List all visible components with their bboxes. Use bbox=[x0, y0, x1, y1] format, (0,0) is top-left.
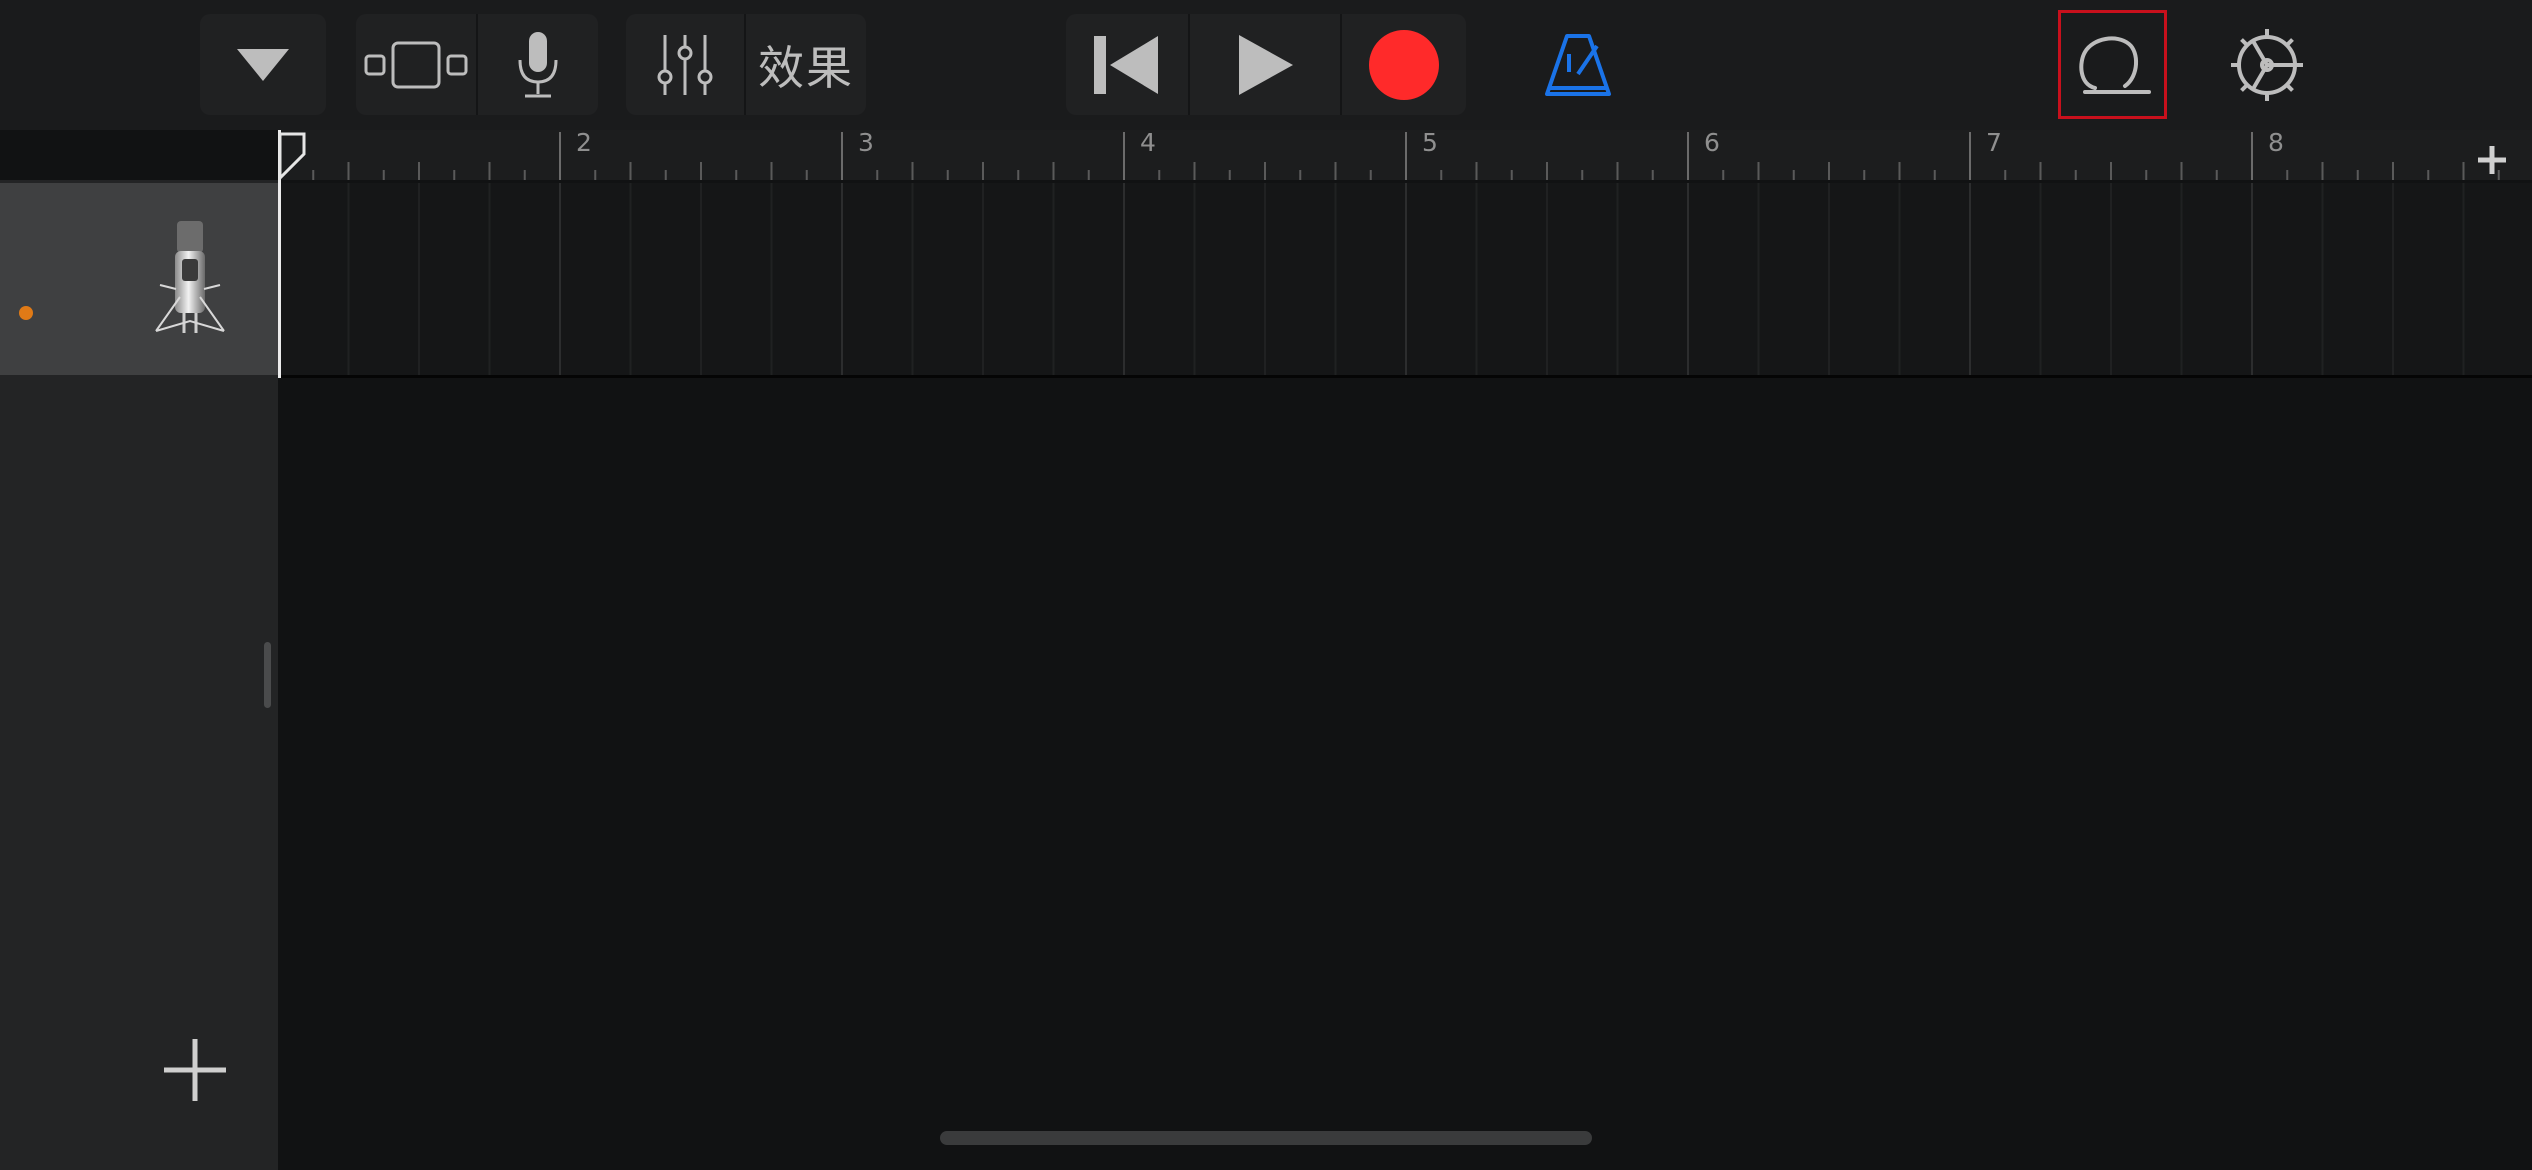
metronome-icon bbox=[1545, 33, 1611, 96]
transport-group bbox=[1066, 14, 1466, 115]
settings-button[interactable] bbox=[2228, 14, 2306, 115]
microphone-icon bbox=[155, 221, 225, 333]
plus-icon bbox=[2478, 146, 2506, 174]
add-track-button[interactable] bbox=[160, 1035, 230, 1105]
skip-back-icon bbox=[1094, 35, 1158, 94]
track-header[interactable] bbox=[0, 183, 278, 375]
lane-grid bbox=[277, 183, 2465, 375]
plus-icon bbox=[164, 1039, 226, 1101]
go-to-beginning-button[interactable] bbox=[1066, 14, 1188, 115]
microphone-icon bbox=[518, 31, 558, 97]
browser-button[interactable] bbox=[200, 14, 326, 115]
fx-label: 效果 bbox=[758, 40, 854, 95]
lane-divider bbox=[278, 375, 2532, 378]
header-resize-handle[interactable] bbox=[264, 642, 271, 708]
metronome-button[interactable] bbox=[1534, 14, 1622, 115]
home-indicator[interactable] bbox=[940, 1131, 1592, 1145]
mixer-fx-group: 效果 bbox=[626, 14, 866, 115]
play-icon bbox=[1239, 34, 1293, 95]
triangle-down-icon bbox=[237, 48, 289, 81]
play-button[interactable] bbox=[1188, 14, 1340, 115]
record-button[interactable] bbox=[1340, 14, 1466, 115]
gear-icon bbox=[2231, 28, 2303, 101]
input-settings-button[interactable] bbox=[476, 14, 598, 115]
playhead-handle-icon bbox=[278, 132, 306, 180]
ruler-ticks bbox=[278, 132, 2500, 180]
tracks-view-button[interactable] bbox=[356, 14, 476, 115]
loop-browser-button[interactable] bbox=[2058, 10, 2167, 119]
record-icon bbox=[1369, 29, 1439, 100]
track-lane[interactable] bbox=[277, 183, 2532, 375]
tracks-view-icon bbox=[364, 41, 468, 88]
sliders-icon bbox=[657, 34, 713, 95]
fx-button[interactable]: 效果 bbox=[744, 14, 866, 115]
track-controls-button[interactable] bbox=[626, 14, 744, 115]
track-status-dot bbox=[19, 306, 33, 320]
add-section-button[interactable] bbox=[2472, 140, 2512, 180]
browser-button-group bbox=[200, 14, 326, 115]
loop-icon bbox=[2078, 35, 2151, 94]
view-mic-group bbox=[356, 14, 598, 115]
